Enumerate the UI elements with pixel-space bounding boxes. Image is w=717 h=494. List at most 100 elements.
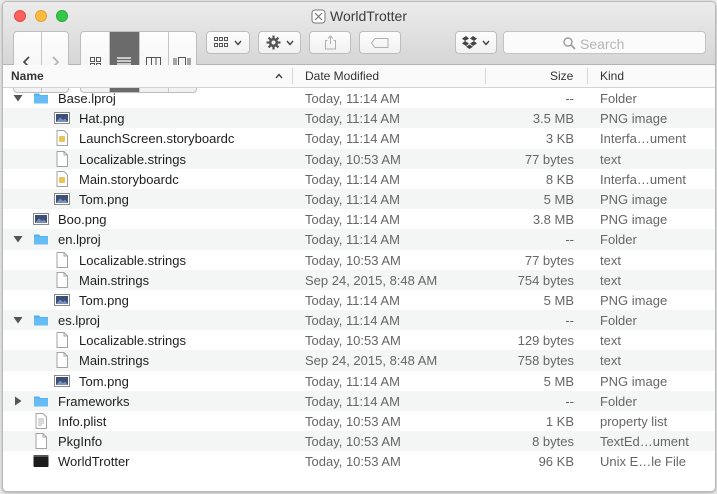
file-date: Today, 10:53 AM [305, 434, 401, 450]
file-row[interactable]: Localizable.strings Today, 10:53 AM 77 byt… [3, 250, 715, 270]
file-row[interactable]: Hat.png Today, 11:14 AM 3.5 MB PNG image [3, 108, 715, 129]
file-row[interactable]: LaunchScreen.storyboardc Today, 11:14 AM 3… [3, 128, 715, 148]
file-size: 5 MB [543, 191, 574, 207]
tag-button[interactable] [359, 31, 401, 54]
file-kind: PNG image [600, 212, 668, 228]
file-row[interactable]: es.lproj Today, 11:14 AM -- Folder [3, 310, 715, 331]
action-button[interactable] [258, 31, 301, 54]
file-row[interactable]: Main.strings Sep 24, 2015, 8:48 AM 754 byt… [3, 269, 715, 290]
file-kind: Interfa…ument [600, 131, 686, 147]
file-size: 96 KB [538, 454, 574, 470]
file-row[interactable]: Main.storyboardc Today, 11:14 AM 8 KB Inter… [3, 169, 715, 189]
file-name: Main.strings [79, 272, 150, 288]
disclosure-triangle-icon[interactable] [13, 396, 23, 406]
file-size: 5 MB [543, 292, 574, 308]
file-name: es.lproj [58, 313, 100, 329]
file-kind: TextEd…ument [600, 434, 689, 450]
column-divider[interactable] [587, 68, 588, 84]
file-size: 3 KB [545, 131, 574, 147]
file-row[interactable]: Tom.png Today, 11:14 AM 5 MB PNG image [3, 290, 715, 310]
file-size: -- [565, 393, 574, 409]
chevron-down-icon [482, 40, 490, 46]
image-file-icon [54, 191, 70, 207]
file-kind: text [600, 272, 621, 288]
file-name: Tom.png [79, 292, 129, 308]
image-file-icon [54, 373, 70, 389]
blank-document-icon [54, 332, 70, 349]
finder-window: WorldTrotter Search Name Date Modified S… [2, 1, 716, 492]
file-name: Info.plist [58, 414, 107, 429]
file-row[interactable]: Frameworks Today, 11:14 AM -- Folder [3, 390, 715, 411]
file-name: Main.storyboardc [79, 171, 179, 187]
file-date: Sep 24, 2015, 8:48 AM [305, 272, 438, 288]
disclosure-triangle-icon[interactable] [13, 234, 23, 244]
file-row[interactable]: Boo.png Today, 11:14 AM 3.8 MB PNG image [3, 209, 715, 229]
plist-file-icon [33, 413, 49, 429]
column-header-size[interactable]: Size [550, 69, 573, 83]
file-kind: Unix E…le File [600, 454, 686, 470]
file-kind: Folder [600, 393, 637, 409]
sort-ascending-icon[interactable] [275, 73, 283, 79]
file-kind: PNG image [600, 111, 668, 127]
file-size: -- [565, 91, 574, 106]
column-header-date[interactable]: Date Modified [305, 69, 379, 83]
folder-icon [33, 312, 49, 328]
share-icon [324, 35, 336, 50]
file-date: Today, 11:14 AM [305, 131, 400, 147]
file-date: Today, 11:14 AM [305, 232, 400, 248]
file-row[interactable]: Main.strings Sep 24, 2015, 8:48 AM 758 byt… [3, 350, 715, 371]
file-kind: PNG image [600, 191, 668, 207]
search-placeholder: Search [580, 36, 625, 52]
share-button[interactable] [309, 31, 351, 54]
file-kind: Folder [600, 91, 637, 106]
title-bar: WorldTrotter Search [3, 2, 715, 93]
blank-document-icon [33, 433, 49, 450]
file-kind: Folder [600, 313, 637, 329]
column-header-kind[interactable]: Kind [600, 69, 624, 83]
file-date: Today, 10:53 AM [305, 454, 401, 470]
file-date: Today, 11:14 AM [305, 393, 400, 409]
disclosure-triangle-icon[interactable] [13, 315, 23, 325]
file-row[interactable]: Localizable.strings Today, 10:53 AM 77 byt… [3, 148, 715, 169]
file-kind: text [600, 333, 621, 349]
file-kind: Folder [600, 232, 637, 248]
file-size: 77 bytes [524, 252, 574, 268]
file-row[interactable]: WorldTrotter Today, 10:53 AM 96 KB Unix E…l… [3, 451, 715, 471]
column-divider[interactable] [485, 68, 486, 84]
folder-icon [33, 393, 49, 409]
file-size: 129 bytes [517, 333, 574, 349]
disclosure-triangle-icon[interactable] [13, 93, 23, 103]
file-size: -- [565, 313, 574, 329]
file-row[interactable]: Tom.png Today, 11:14 AM 5 MB PNG image [3, 371, 715, 391]
file-date: Today, 11:14 AM [305, 171, 400, 187]
arrange-button[interactable] [206, 31, 250, 54]
search-icon [563, 37, 576, 50]
blank-document-icon [54, 352, 70, 369]
file-row[interactable]: Tom.png Today, 11:14 AM 5 MB PNG image [3, 188, 715, 210]
storyboard-file-icon [54, 170, 70, 187]
file-row[interactable]: Base.lproj Today, 11:14 AM -- Folder [3, 88, 715, 108]
executable-file-icon [33, 453, 49, 469]
app-icon [311, 9, 326, 24]
column-divider[interactable] [292, 68, 293, 84]
image-file-icon [54, 292, 70, 308]
file-row[interactable]: PkgInfo Today, 10:53 AM 8 bytes TextEd…umen… [3, 431, 715, 452]
dropbox-button[interactable] [455, 31, 497, 54]
file-date: Today, 10:53 AM [305, 252, 401, 268]
file-name: LaunchScreen.storyboardc [79, 131, 235, 147]
file-row[interactable]: Info.plist Today, 10:53 AM 1 KB property li… [3, 411, 715, 431]
chevron-down-icon [234, 40, 242, 46]
file-name: en.lproj [58, 232, 101, 248]
file-date: Today, 10:53 AM [305, 151, 401, 167]
search-field[interactable]: Search [503, 31, 706, 54]
column-header-name[interactable]: Name [11, 69, 44, 83]
blank-document-icon [54, 251, 70, 268]
file-name: Localizable.strings [79, 333, 186, 349]
file-row[interactable]: en.lproj Today, 11:14 AM -- Folder [3, 229, 715, 250]
folder-icon [33, 90, 49, 106]
file-name: Tom.png [79, 373, 129, 389]
file-date: Today, 11:14 AM [305, 91, 400, 106]
window-title: WorldTrotter [3, 8, 715, 24]
tag-icon [371, 37, 389, 48]
file-row[interactable]: Localizable.strings Today, 10:53 AM 129 by… [3, 330, 715, 350]
